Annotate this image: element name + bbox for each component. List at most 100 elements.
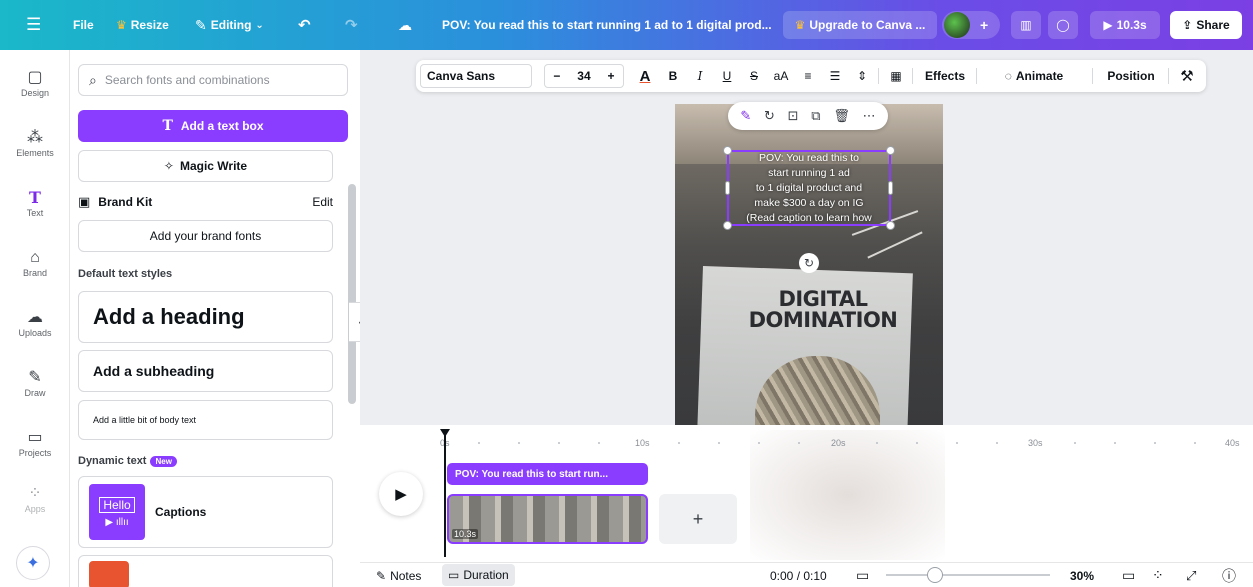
playhead[interactable] <box>444 432 446 557</box>
lock-icon[interactable]: ⊡ <box>788 108 799 124</box>
zoom-level[interactable]: 30% <box>1070 563 1094 587</box>
transparency-icon[interactable]: ▦ <box>884 60 908 92</box>
panel-scrollbar[interactable] <box>348 184 356 404</box>
font-size-stepper[interactable]: − 34 + <box>544 64 624 88</box>
rail-label: Uploads <box>18 328 52 338</box>
comment-icon[interactable]: ◯ <box>1048 11 1078 39</box>
upgrade-button[interactable]: ♛ Upgrade to Canva ... <box>783 11 937 39</box>
align-icon[interactable]: ≡ <box>796 60 820 92</box>
resize-handle-br[interactable] <box>886 221 895 230</box>
rail-item-uploads[interactable]: ☁ Uploads <box>0 308 70 338</box>
rail-item-text[interactable]: T Text <box>0 188 70 218</box>
rail-item-apps[interactable]: ⁘ Apps <box>0 484 70 514</box>
playback-time: 0:00 / 0:10 <box>770 563 827 587</box>
effects-button[interactable]: Effects <box>918 60 972 92</box>
document-title[interactable]: POV: You read this to start running 1 ad… <box>442 0 772 50</box>
add-heading-card[interactable]: Add a heading <box>78 291 333 343</box>
fullscreen-icon[interactable]: ⤢ <box>1186 563 1196 587</box>
rail-item-projects[interactable]: ▭ Projects <box>0 428 70 458</box>
share-button[interactable]: ⇪ Share <box>1170 11 1242 39</box>
underline-button[interactable]: U <box>715 60 739 92</box>
layout-icon: ▢ <box>27 69 43 86</box>
play-icon: ▶ <box>395 486 407 503</box>
italic-button[interactable]: I <box>688 60 712 92</box>
zoom-slider-track[interactable] <box>886 574 1050 576</box>
avatar[interactable] <box>944 12 970 38</box>
strikethrough-button[interactable]: S <box>742 60 766 92</box>
plus-icon[interactable]: + <box>608 69 615 83</box>
magic-sparkle-button[interactable]: ✦ <box>16 546 50 580</box>
brand-edit-link[interactable]: Edit <box>312 195 333 209</box>
list-icon[interactable]: ☰ <box>823 60 847 92</box>
rotate-icon: ↻ <box>803 256 815 270</box>
add-clip-button[interactable]: + <box>659 494 737 544</box>
text-color-button[interactable]: A <box>633 60 657 92</box>
spacing-icon[interactable]: ⇕ <box>850 60 874 92</box>
font-size-value[interactable]: 34 <box>577 69 590 83</box>
rotate-handle[interactable]: ↻ <box>799 253 819 273</box>
collaborators[interactable]: + <box>942 11 1000 39</box>
rail-item-design[interactable]: ▢ Design <box>0 68 70 98</box>
next-dynamic-card[interactable] <box>78 555 333 587</box>
grid-view-icon[interactable]: ⁘ <box>1152 563 1164 587</box>
magic-write-button[interactable]: ✧ Magic Write <box>78 150 333 182</box>
file-menu[interactable]: File <box>73 0 94 50</box>
zoom-slider-thumb[interactable] <box>927 567 943 583</box>
rail-label: Projects <box>18 448 52 458</box>
font-family-select[interactable]: Canva Sans <box>420 64 532 88</box>
trash-icon[interactable]: 🗑 <box>833 108 850 124</box>
captions-card[interactable]: Hello ▶ ıllıı Captions <box>78 476 333 548</box>
hamburger-icon[interactable]: ☰ <box>26 0 41 50</box>
rail-item-brand[interactable]: ⌂ Brand <box>0 248 70 278</box>
ruler-tick-label: 20s <box>831 438 846 448</box>
text-panel: ⌕ Search fonts and combinations T Add a … <box>70 50 360 587</box>
more-icon[interactable]: ⋯ <box>863 108 876 124</box>
resize-handle-tl[interactable] <box>723 146 732 155</box>
resize-handle-bl[interactable] <box>723 221 732 230</box>
ruler-dot <box>798 442 800 444</box>
undo-icon[interactable]: ↶ <box>298 0 311 50</box>
case-button[interactable]: aA <box>769 60 793 92</box>
resize-button[interactable]: ♛ Resize <box>116 0 169 50</box>
brand-kit-row: ▣ Brand Kit Edit <box>78 192 333 212</box>
notes-button[interactable]: ✎ Notes <box>376 563 421 587</box>
help-icon[interactable]: ⓘ <box>1222 563 1236 587</box>
bold-button[interactable]: B <box>661 60 685 92</box>
minus-icon[interactable]: − <box>553 69 560 83</box>
add-brand-fonts-button[interactable]: Add your brand fonts <box>78 220 333 252</box>
heading-label: Add a heading <box>93 304 245 329</box>
page-view-icon[interactable]: ▭ <box>856 563 869 587</box>
pages-view-icon[interactable]: ▭ <box>1122 563 1135 587</box>
timeline-play-button[interactable]: ▶ <box>379 472 423 516</box>
overlay-text[interactable]: POV: You read this to start running 1 ad… <box>727 151 891 226</box>
redo-icon[interactable]: ↷ <box>345 0 358 50</box>
cloud-save-icon[interactable]: ☁ <box>398 0 412 50</box>
paint-roller-icon[interactable]: ⚒ <box>1174 60 1200 92</box>
present-button[interactable]: ▶ 10.3s <box>1090 11 1160 39</box>
text-track-clip[interactable]: POV: You read this to start run... <box>447 463 648 485</box>
resize-handle-tr[interactable] <box>886 146 895 155</box>
body-label: Add a little bit of body text <box>93 415 197 425</box>
search-field[interactable]: ⌕ Search fonts and combinations <box>78 64 348 96</box>
magic-edit-icon[interactable]: ✎ <box>740 108 751 124</box>
add-text-box-button[interactable]: T Add a text box <box>78 110 348 142</box>
rail-item-elements[interactable]: ⁂ Elements <box>0 128 70 158</box>
duration-button[interactable]: ▭ Duration <box>442 564 515 586</box>
add-subheading-card[interactable]: Add a subheading <box>78 350 333 392</box>
plus-icon[interactable]: + <box>980 17 988 33</box>
add-body-text-card[interactable]: Add a little bit of body text <box>78 400 333 440</box>
editing-mode-button[interactable]: ✎ Editing ⌄ <box>195 0 264 50</box>
file-label: File <box>73 18 94 32</box>
rotate-icon[interactable]: ↻ <box>764 108 775 124</box>
timer-icon: ▭ <box>448 568 460 582</box>
rail-item-draw[interactable]: ✎ Draw <box>0 368 70 398</box>
captions-thumbnail: Hello ▶ ıllıı <box>89 484 145 540</box>
duplicate-icon[interactable]: ⧉ <box>811 108 820 124</box>
resize-handle-left[interactable] <box>725 181 730 195</box>
audio-wave-icon: ▶ ıllıı <box>105 516 129 528</box>
animate-button[interactable]: ◌ Animate <box>984 60 1084 92</box>
insights-icon[interactable]: ▥ <box>1011 11 1041 39</box>
resize-handle-right[interactable] <box>888 181 893 195</box>
blurred-region <box>750 430 945 560</box>
position-button[interactable]: Position <box>1100 60 1162 92</box>
